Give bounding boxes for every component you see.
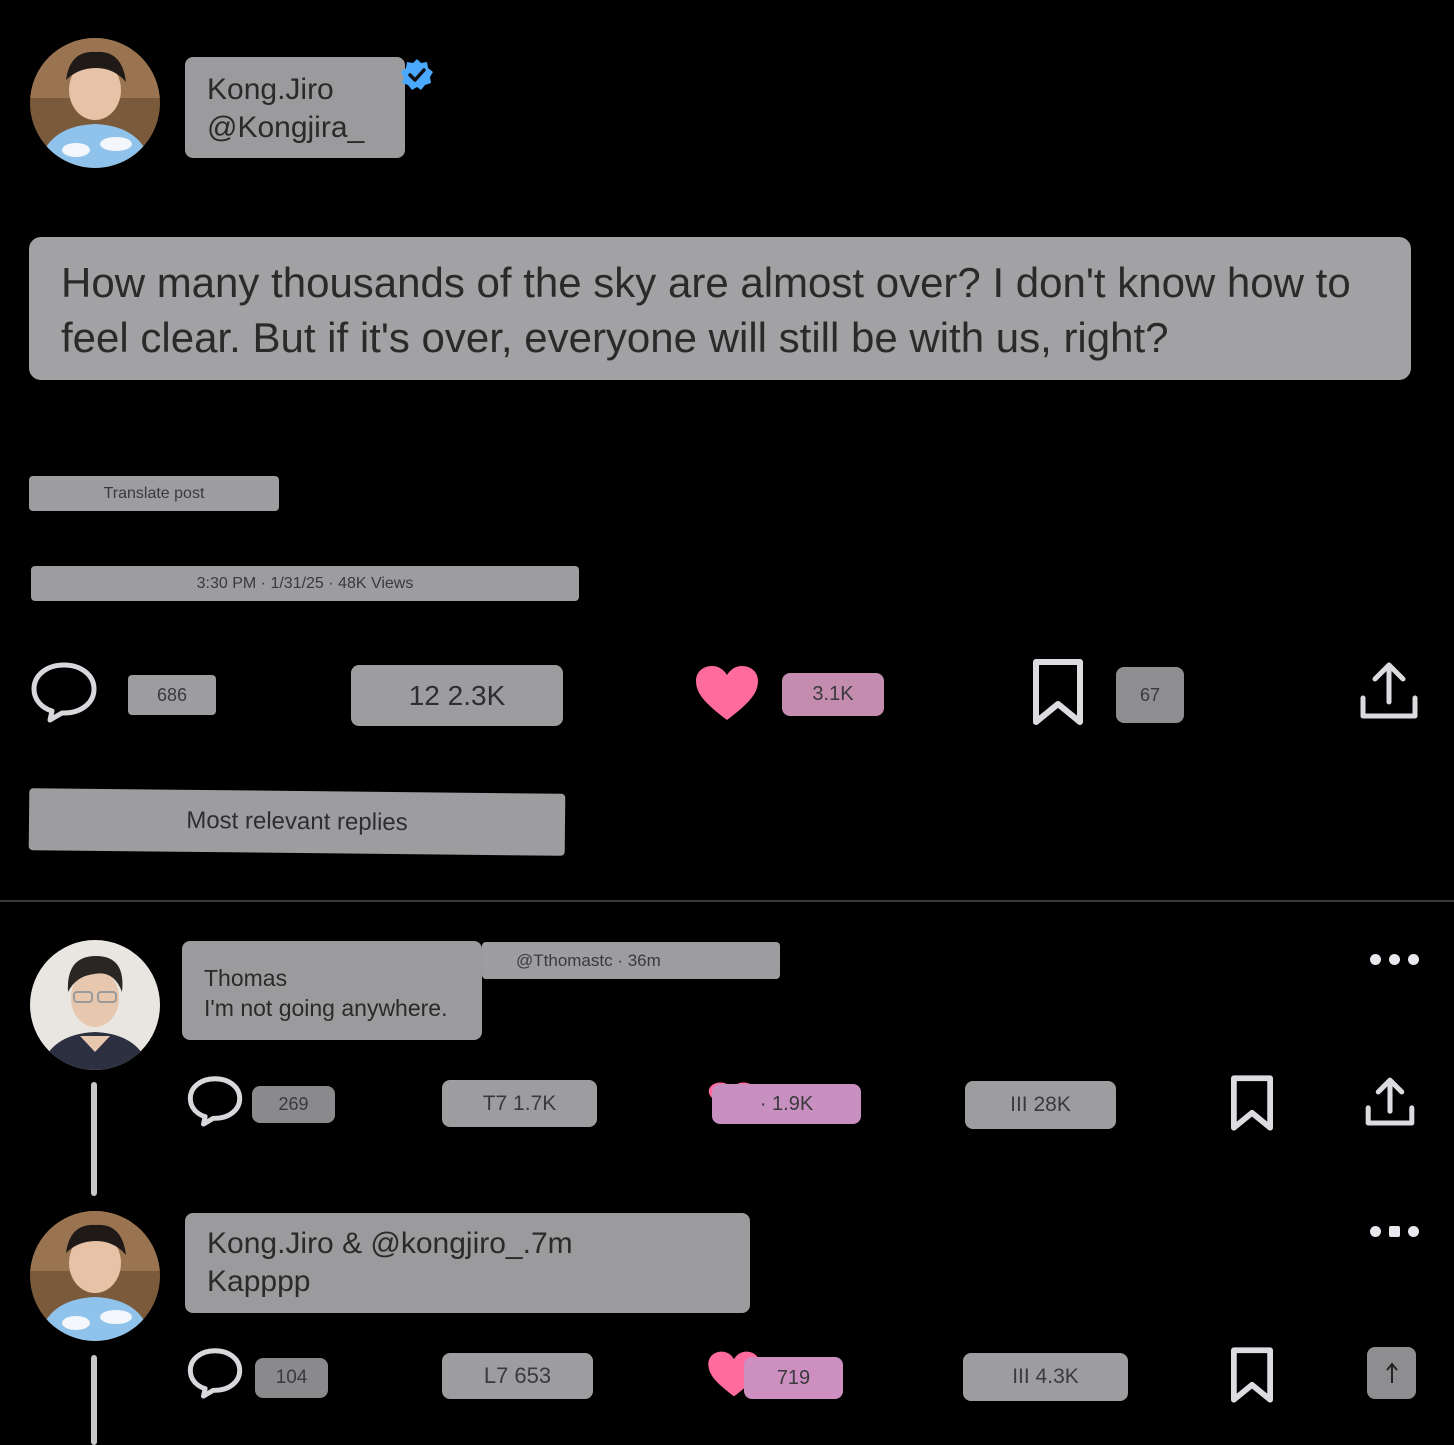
more-icon[interactable] xyxy=(1370,1224,1427,1242)
bookmark-icon[interactable] xyxy=(1230,1075,1274,1131)
like-count: 719 xyxy=(744,1357,843,1399)
reply-avatar-kongjiro[interactable] xyxy=(30,1211,160,1341)
heart-icon[interactable] xyxy=(694,664,760,722)
repost-button[interactable]: 12 2.3K xyxy=(351,665,563,726)
most-relevant-replies-button[interactable]: Most relevant replies xyxy=(28,788,566,856)
share-icon[interactable] xyxy=(1364,1076,1416,1128)
translate-post-button[interactable]: Translate post xyxy=(29,476,279,511)
reply-author-line: Kong.Jiro & @kongjiro_.7m xyxy=(207,1227,573,1260)
post-meta-text: 3:30 PM · 1/31/25 · 48K Views xyxy=(196,574,414,592)
most-relevant-replies-label: Most relevant replies xyxy=(186,806,408,837)
thread-line xyxy=(91,1082,97,1196)
share-icon[interactable] xyxy=(1367,1347,1416,1399)
reply-author-name: Thomas xyxy=(204,965,288,991)
post-meta: 3:30 PM · 1/31/25 · 48K Views xyxy=(31,566,579,601)
bookmark-icon[interactable] xyxy=(1230,1347,1274,1403)
reply-count: 686 xyxy=(128,675,216,715)
more-icon[interactable] xyxy=(1370,952,1427,970)
repost-button[interactable]: L7 653 xyxy=(442,1353,593,1399)
reply-text: I'm not going anywhere. xyxy=(204,995,448,1021)
post-text: How many thousands of the sky are almost… xyxy=(61,259,1351,361)
translate-post-label: Translate post xyxy=(103,484,205,502)
author-name-box[interactable]: Kong.Jiro @Kongjira_ xyxy=(185,57,405,158)
comment-icon[interactable] xyxy=(187,1346,243,1400)
thread-line xyxy=(91,1355,97,1445)
reply-name-box[interactable]: Kong.Jiro & @kongjiro_.7m Kapppp xyxy=(185,1213,750,1313)
author-name: Kong.Jiro xyxy=(207,73,334,106)
bookmark-icon[interactable] xyxy=(1032,658,1084,726)
reply-count: 104 xyxy=(255,1358,328,1398)
reply-handle-time: @Tthomastc · 36m xyxy=(482,942,780,979)
like-count: 3.1K xyxy=(782,673,884,716)
divider xyxy=(0,900,1454,902)
reply-name-box[interactable]: Thomas I'm not going anywhere. xyxy=(182,941,482,1040)
share-icon[interactable] xyxy=(1358,660,1420,722)
reply-text: Kapppp xyxy=(207,1265,311,1298)
author-handle: @Kongjira_ xyxy=(207,111,365,144)
comment-icon[interactable] xyxy=(30,660,98,724)
repost-button[interactable]: T7 1.7K xyxy=(442,1080,597,1127)
views-count: III 4.3K xyxy=(963,1353,1128,1401)
repost-count: 12 2.3K xyxy=(408,679,506,711)
views-count: III 28K xyxy=(965,1081,1116,1129)
reply-avatar-thomas[interactable] xyxy=(30,940,160,1070)
reply-count: 269 xyxy=(252,1086,335,1123)
like-count: · 1.9K xyxy=(712,1084,861,1124)
author-avatar[interactable] xyxy=(30,38,160,168)
verified-badge-icon xyxy=(400,58,434,92)
bookmark-count: 67 xyxy=(1116,667,1184,723)
post-text-box: How many thousands of the sky are almost… xyxy=(29,237,1411,380)
comment-icon[interactable] xyxy=(187,1074,243,1128)
